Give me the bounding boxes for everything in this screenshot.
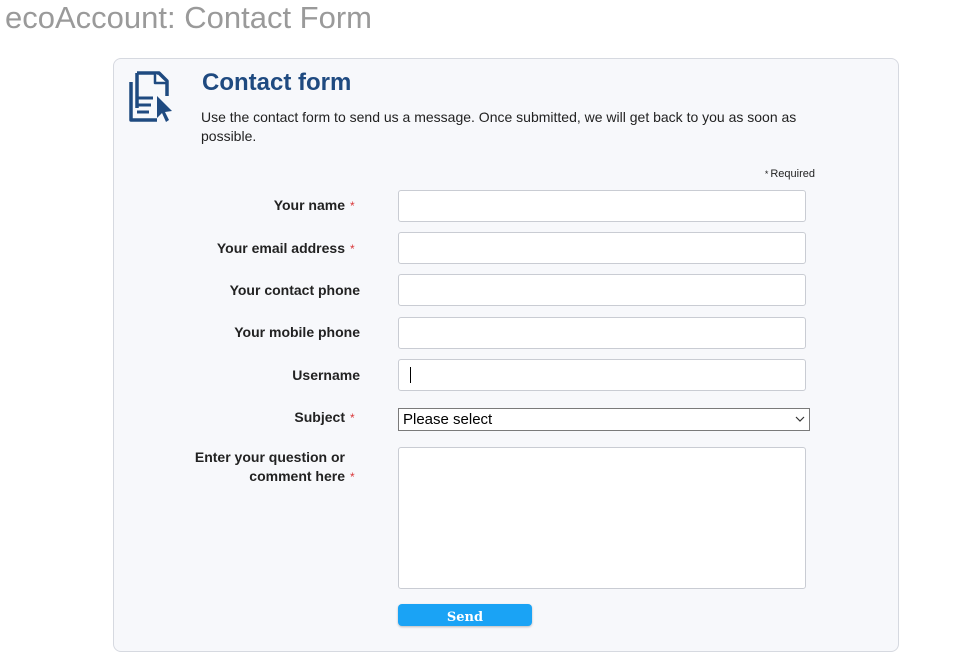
message-label-line2: comment here (249, 468, 345, 484)
form-heading: Contact form (202, 69, 352, 96)
email-input[interactable] (398, 232, 806, 264)
subject-select[interactable]: Please select (398, 408, 810, 431)
page-title: ecoAccount: Contact Form (5, 0, 372, 35)
required-star: * (350, 470, 355, 484)
username-label-text: Username (292, 367, 360, 383)
name-label-text: Your name (273, 197, 345, 213)
subject-label: Subject * (110, 408, 360, 427)
name-input[interactable] (398, 190, 806, 222)
message-textarea[interactable] (398, 447, 806, 589)
mobile-phone-label: Your mobile phone (110, 323, 360, 342)
form-document-pointer-icon (129, 71, 172, 122)
message-label: Enter your question or comment here * (110, 448, 360, 486)
required-marker: * (764, 169, 769, 179)
contact-phone-label-text: Your contact phone (229, 282, 360, 298)
chevron-down-icon (795, 416, 805, 422)
mobile-phone-input[interactable] (398, 317, 806, 349)
username-label: Username (110, 366, 360, 385)
contact-phone-input[interactable] (398, 274, 806, 306)
mobile-phone-label-text: Your mobile phone (234, 324, 360, 340)
required-note-text: Required (770, 168, 815, 180)
required-star: * (350, 411, 355, 425)
required-star: * (350, 242, 355, 256)
name-label: Your name * (110, 196, 360, 215)
required-note: * Required (700, 168, 815, 180)
contact-phone-label: Your contact phone (110, 281, 360, 300)
text-caret (410, 367, 411, 383)
form-intro: Use the contact form to send us a messag… (201, 109, 797, 144)
send-button[interactable]: Send (398, 604, 532, 626)
subject-selected-value: Please select (403, 411, 493, 428)
subject-label-text: Subject (294, 409, 345, 425)
username-input[interactable] (398, 359, 806, 391)
email-label: Your email address * (110, 239, 360, 258)
message-label-line1: Enter your question or (194, 449, 345, 465)
required-star: * (350, 199, 355, 213)
email-label-text: Your email address (216, 240, 345, 256)
